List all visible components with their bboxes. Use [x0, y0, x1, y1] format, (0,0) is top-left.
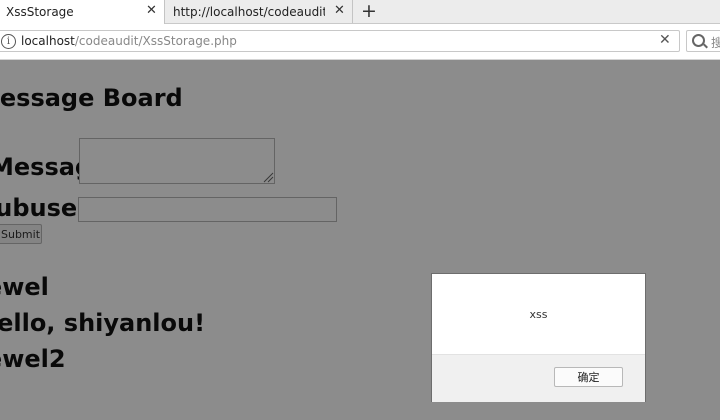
navigation-bar: i localhost/codeaudit/XssStorage.php ✕ 搜… — [0, 24, 720, 60]
tab-xssstorage[interactable]: XssStorage ✕ — [0, 0, 165, 24]
alert-dialog: xss 确定 — [431, 273, 646, 402]
tab-strip: XssStorage ✕ http://localhost/codeaudit/… — [0, 0, 720, 24]
close-icon[interactable]: ✕ — [334, 3, 345, 18]
plus-icon[interactable]: + — [361, 0, 377, 23]
search-icon — [692, 34, 705, 47]
alert-message: xss — [529, 308, 548, 321]
ok-button[interactable]: 确定 — [554, 367, 623, 387]
close-icon[interactable]: ✕ — [146, 3, 157, 18]
tab-localhost[interactable]: http://localhost/codeaudit/Xss ✕ — [166, 0, 353, 23]
info-icon[interactable]: i — [1, 34, 16, 49]
search-placeholder: 搜索 — [711, 36, 720, 50]
url-host: localhost — [21, 34, 75, 48]
tab-label: XssStorage — [6, 5, 74, 19]
alert-footer: 确定 — [432, 354, 645, 402]
search-input[interactable]: 搜索 — [686, 30, 720, 52]
tab-label: http://localhost/codeaudit/Xss — [173, 5, 325, 19]
address-bar[interactable]: i localhost/codeaudit/XssStorage.php ✕ — [0, 30, 680, 52]
close-icon[interactable]: ✕ — [659, 32, 671, 48]
url-path: /codeaudit/XssStorage.php — [74, 34, 237, 48]
url-text: localhost/codeaudit/XssStorage.php — [21, 34, 237, 48]
